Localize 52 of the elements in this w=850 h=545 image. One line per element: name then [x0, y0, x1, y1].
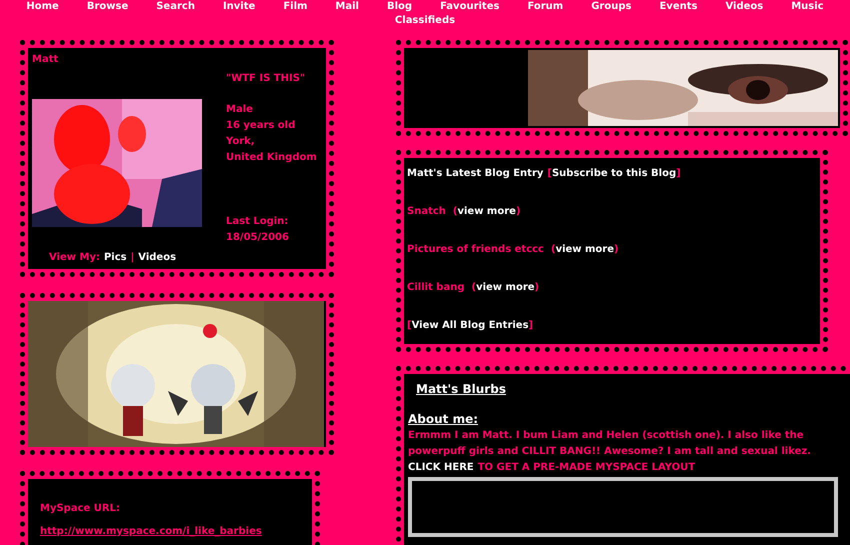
nav-link[interactable]: Invite — [222, 0, 256, 14]
bracket: [ — [547, 168, 552, 179]
bracket: ) — [516, 205, 521, 219]
nav-link[interactable]: Groups — [591, 0, 632, 14]
profile-detail: United Kingdom — [226, 151, 317, 165]
bracket: ( — [472, 281, 476, 295]
view-my-label: View My: — [49, 251, 100, 265]
nav-link[interactable]: Search — [156, 0, 195, 14]
last-login-date: 18/05/2006 — [226, 231, 290, 245]
nav-link[interactable]: Forum — [527, 0, 564, 14]
view-more-link[interactable]: view more — [556, 242, 614, 257]
bracket: ) — [614, 243, 619, 257]
nav-link[interactable]: Classifieds — [394, 14, 456, 28]
view-all-link[interactable]: View All Blog Entries — [412, 318, 529, 333]
about-text: Ermmm I am Matt. I bum Liam and Helen (scottish one). I also like the powerpuff girls and CILLIT BANG!! Awesome? I am tall and sexual likez. — [408, 429, 812, 459]
blog-title: Matt's Latest Blog Entry — [407, 167, 544, 181]
nav-link[interactable]: Blog — [386, 0, 412, 14]
blog-entry-link[interactable]: Cillit bang — [407, 280, 464, 295]
bracket: ] — [676, 167, 681, 181]
videos-link[interactable]: Videos — [138, 250, 176, 265]
separator: | — [130, 251, 134, 265]
profile-detail: York, — [226, 135, 256, 149]
click-here-link[interactable]: CLICK HERE — [408, 460, 474, 475]
view-more-link[interactable]: view more — [457, 204, 516, 219]
blurbs-title: Matt's Blurbs — [416, 381, 507, 398]
pics-link[interactable]: Pics — [104, 250, 127, 265]
nav-link[interactable]: Videos — [725, 0, 764, 14]
nav-link[interactable]: Events — [659, 0, 698, 14]
nav-link[interactable]: Home — [26, 0, 59, 14]
nav-link[interactable]: Music — [791, 0, 824, 14]
last-login-label: Last Login: — [226, 215, 290, 229]
headline: "WTF IS THIS" — [226, 72, 306, 86]
subscribe-link[interactable]: Subscribe to this Blog — [552, 166, 676, 181]
about-label: About me: — [408, 411, 480, 428]
bracket: ( — [550, 243, 556, 257]
profile-detail: 16 years old — [226, 119, 296, 133]
nav-link[interactable]: Favourites — [440, 0, 500, 14]
nav-link[interactable]: Browse — [86, 0, 128, 14]
view-more-link[interactable]: view more — [476, 280, 535, 295]
layout-link[interactable]: TO GET A PRE-MADE MYSPACE LAYOUT — [478, 460, 696, 475]
nav-link[interactable]: Film — [283, 0, 308, 14]
bracket: ] — [528, 319, 534, 333]
bracket: ) — [534, 281, 540, 295]
profile-detail: Male — [226, 103, 254, 117]
profile-url-link[interactable]: http://www.myspace.com/i_like_barbies — [40, 524, 312, 539]
url-label: MySpace URL: — [40, 502, 121, 516]
profile-name: Matt — [32, 53, 60, 67]
blog-entry-link[interactable]: Snatch — [407, 204, 446, 219]
nav-link[interactable]: Mail — [335, 0, 359, 14]
bracket: ( — [452, 205, 458, 219]
blog-entry-link[interactable]: Pictures of friends etccc — [407, 242, 544, 257]
bracket: [ — [407, 319, 412, 333]
